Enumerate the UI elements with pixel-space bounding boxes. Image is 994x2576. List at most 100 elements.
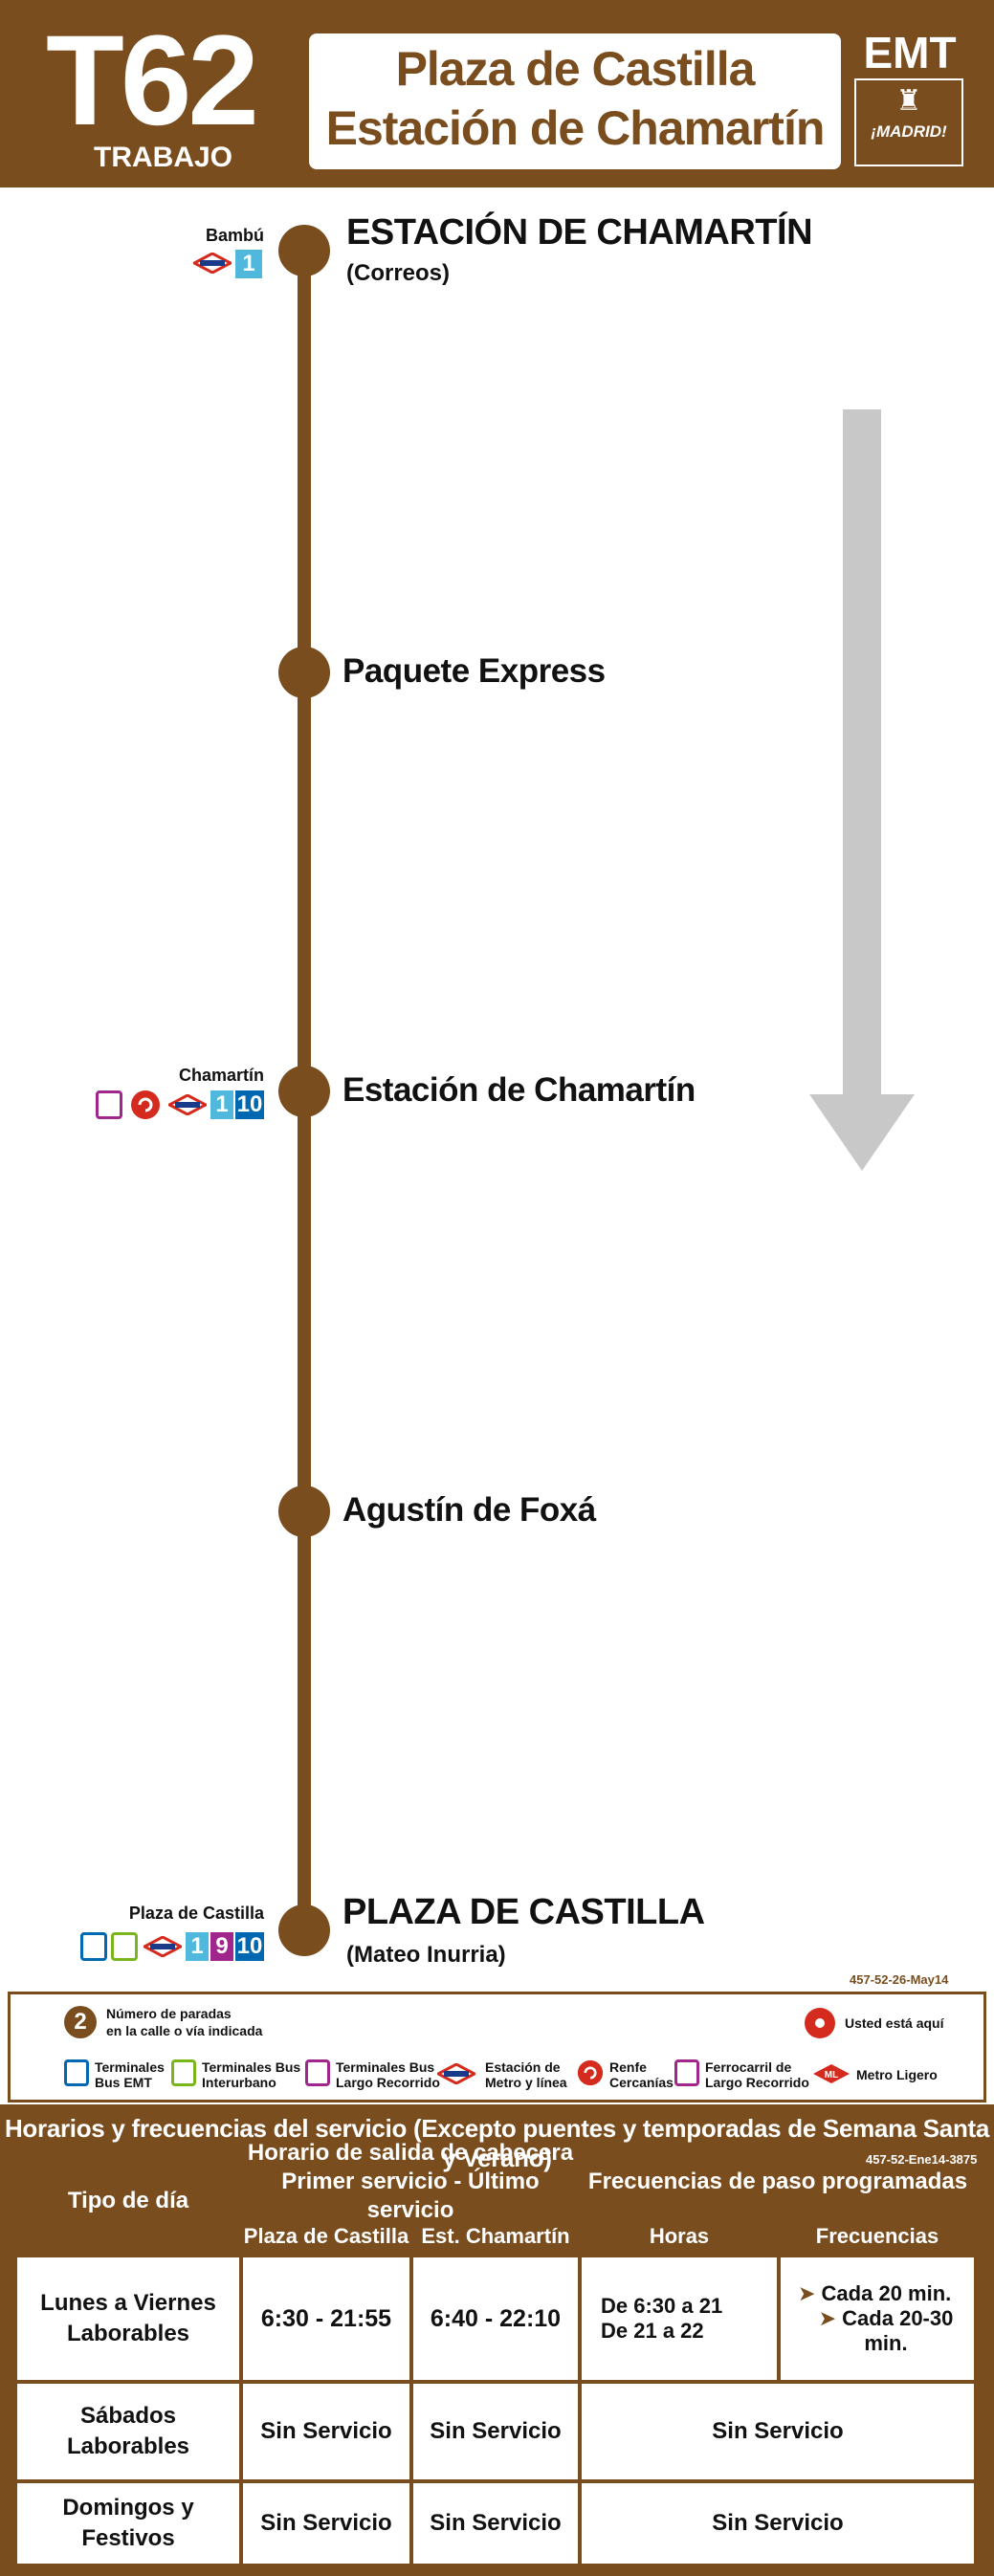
svg-text:ML: ML (825, 2070, 838, 2081)
legend-text: Terminales Bus (336, 2059, 435, 2075)
chamartin-time: Sin Servicio (413, 2384, 578, 2479)
legend-text: en la calle o vía indicada (106, 2023, 263, 2038)
day-line-2: Festivos (81, 2525, 175, 2551)
subcol-plaza: Plaza de Castilla (243, 2224, 409, 2248)
legend-text: Metro y línea (485, 2075, 567, 2090)
legend-text: Número de paradas (106, 2006, 232, 2021)
line-type: TRABAJO (94, 142, 233, 173)
madrid-logo: ♜ ¡MADRID! (854, 78, 963, 166)
bus-long-distance-terminal-icon (305, 2059, 330, 2086)
bus-interurban-terminal-icon (171, 2059, 196, 2086)
long-distance-train-icon (674, 2059, 699, 2086)
chamartin-time: Sin Servicio (413, 2483, 578, 2564)
subcol-hours: Horas (649, 2224, 710, 2248)
legend-text: Bus EMT (95, 2075, 152, 2090)
col-day-type: Tipo de día (67, 2188, 189, 2213)
stop-name: ESTACIÓN DE CHAMARTÍN (346, 212, 813, 253)
freq-line-1: Cada 20 min. (821, 2281, 952, 2305)
connection-name: Bambú (205, 226, 264, 245)
day-line-2: Laborables (66, 2321, 190, 2346)
destination-box: Plaza de Castilla Estación de Chamartín (309, 33, 841, 169)
bus-emt-terminal-icon (64, 2059, 89, 2086)
connection-name: Plaza de Castilla (128, 1904, 264, 1923)
destination-1: Plaza de Castilla (395, 42, 756, 96)
subcol-frequencies: Frecuencias (815, 2224, 939, 2248)
hours-line-2: De 21 a 22 (601, 2319, 704, 2343)
direction-arrow-head (809, 1094, 915, 1171)
legend-text: Cercanías (609, 2075, 674, 2090)
col-frequencies: Frecuencias de paso programadas (587, 2169, 968, 2194)
plaza-time: 6:30 - 21:55 (243, 2257, 409, 2380)
hours-line-1: De 6:30 a 21 (601, 2294, 723, 2318)
arrow-icon: ➤ (798, 2281, 822, 2305)
day-line-1: Domingos y (62, 2495, 194, 2521)
row-day-type: Lunes a Viernes Laborables (17, 2257, 239, 2380)
chamartin-time: 6:40 - 22:10 (413, 2257, 578, 2380)
stop-dot (278, 1904, 330, 1956)
metro-line-badge: 1 (210, 1090, 233, 1119)
col-departure-line-2: Primer servicio - Último servicio (281, 2169, 540, 2223)
legend-text: Terminales Bus (202, 2059, 301, 2075)
schedule-table: Horarios y frecuencias del servicio (Exc… (0, 2104, 994, 2576)
madrid-crest-icon: ♜ (895, 85, 922, 117)
bus-interurban-terminal-icon (111, 1932, 138, 1961)
legend: 2 Número de paradas en la calle o vía in… (8, 1992, 986, 2103)
destination-2: Estación de Chamartín (325, 101, 826, 155)
legend-text: Largo Recorrido (705, 2075, 809, 2090)
stop-dot (278, 647, 330, 698)
subcol-chamartin: Est. Chamartín (421, 2224, 570, 2248)
frequency-cell: Sin Servicio (582, 2483, 974, 2564)
frequency-cell: Sin Servicio (582, 2384, 974, 2479)
stop-name: Estación de Chamartín (342, 1071, 696, 1109)
long-distance-train-icon (96, 1090, 122, 1119)
day-line-1: Sábados (79, 2403, 177, 2429)
frequency-cell: ➤ Cada 20 min. ➤ Cada 20-30 min. (781, 2257, 974, 2380)
stop-name: Paquete Express (342, 652, 606, 690)
header-bar: T62 TRABAJO Plaza de Castilla Estación d… (0, 0, 994, 187)
legend-text: Metro Ligero (856, 2067, 938, 2082)
madrid-logo-text: ¡MADRID! (871, 122, 947, 141)
stop-dot (278, 1066, 330, 1117)
metro-line-badge: 9 (210, 1932, 233, 1961)
legend-text: Renfe (609, 2059, 647, 2075)
metro-icon (437, 2063, 475, 2084)
renfe-cercanias-icon (577, 2059, 604, 2086)
legend-text: Interurbano (202, 2075, 276, 2090)
stop-sub-name: (Mateo Inurria) (346, 1942, 506, 1968)
metro-icon (168, 1094, 207, 1115)
emt-logo: EMT (863, 28, 957, 77)
legend-text: Terminales (95, 2059, 165, 2075)
row-day-type: Sábados Laborables (17, 2384, 239, 2479)
metro-icon (144, 1936, 182, 1957)
day-line-1: Lunes a Viernes (40, 2290, 216, 2316)
stop-sub-name: (Correos) (346, 260, 451, 286)
day-line-2: Laborables (66, 2433, 190, 2459)
metro-icon (193, 253, 232, 274)
stop-dot (278, 1486, 330, 1537)
arrow-icon: ➤ (818, 2306, 843, 2330)
hours-cell: De 6:30 a 21 De 21 a 22 (582, 2257, 777, 2380)
you-are-here-text: Usted está aquí (845, 2015, 944, 2031)
you-are-here-icon (805, 2008, 835, 2038)
print-code: 457-52-26-May14 (850, 1972, 949, 1987)
legend-text: Estación de (485, 2059, 561, 2075)
col-departure: Horario de salida de cabecera Primer ser… (243, 2140, 578, 2223)
stops-count-icon: 2 (64, 2006, 97, 2038)
connection-name: Chamartín (178, 1066, 264, 1085)
metro-line-badge: 10 (235, 1932, 264, 1961)
direction-arrow (843, 409, 881, 1098)
bus-emt-terminal-icon (80, 1932, 107, 1961)
legend-text: Largo Recorrido (336, 2075, 440, 2090)
plaza-time: Sin Servicio (243, 2384, 409, 2479)
stop-dot (278, 225, 330, 276)
metro-line-badge: 1 (186, 1932, 209, 1961)
plaza-time: Sin Servicio (243, 2483, 409, 2564)
line-number: T62 (46, 10, 259, 152)
legend-text: Ferrocarril de (705, 2059, 792, 2075)
freq-line-2: Cada 20-30 min. (842, 2306, 954, 2355)
metro-line-badge: 10 (235, 1090, 264, 1119)
renfe-cercanias-icon (131, 1090, 160, 1119)
metro-line-badge: 1 (235, 250, 262, 278)
row-day-type: Domingos y Festivos (17, 2483, 239, 2564)
col-departure-line-1: Horario de salida de cabecera (247, 2140, 574, 2166)
